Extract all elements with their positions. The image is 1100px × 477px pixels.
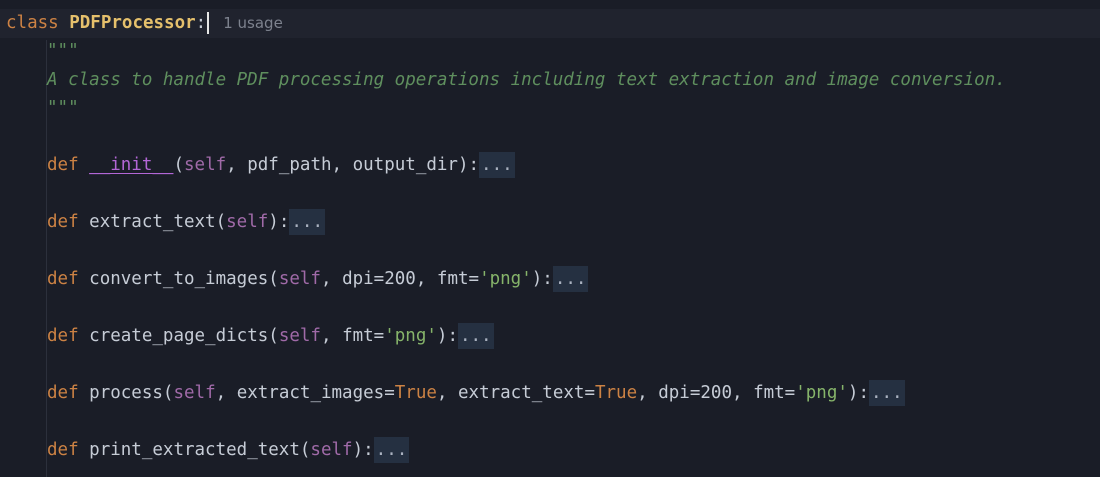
parameter: extract_text xyxy=(458,383,585,403)
punctuation: = xyxy=(373,326,385,346)
punctuation: , xyxy=(320,326,343,346)
method-name[interactable]: convert_to_images xyxy=(89,269,268,289)
punctuation: ( xyxy=(173,155,184,175)
punctuation: ( xyxy=(268,326,279,346)
punctuation: ): xyxy=(531,269,553,289)
def-keyword: def xyxy=(47,269,79,289)
punctuation: , xyxy=(226,155,248,175)
method-name[interactable]: create_page_dicts xyxy=(89,326,268,346)
number-literal: 200 xyxy=(384,269,416,289)
folded-body-button[interactable]: ... xyxy=(552,266,589,292)
folded-body-button[interactable]: ... xyxy=(479,152,515,178)
class-declaration-line[interactable]: class PDFProcessor: 1 usage xyxy=(6,9,283,37)
method-line[interactable]: def convert_to_images(self, dpi=200, fmt… xyxy=(47,265,589,293)
method-name[interactable]: process xyxy=(89,383,163,403)
punctuation: ( xyxy=(162,383,174,403)
punctuation: ): xyxy=(847,383,869,403)
text-caret xyxy=(207,12,210,34)
def-keyword: def xyxy=(47,383,79,403)
method-line[interactable]: def extract_text(self):... xyxy=(47,208,325,236)
bool-literal: True xyxy=(394,383,437,403)
punctuation: ): xyxy=(352,440,374,460)
punctuation: , xyxy=(731,383,754,403)
punctuation: , xyxy=(436,383,458,403)
punctuation: ( xyxy=(215,212,227,232)
punctuation: ): xyxy=(436,326,458,346)
method-line[interactable]: def process(self, extract_images=True, e… xyxy=(47,379,905,407)
folded-body-button[interactable]: ... xyxy=(289,209,325,235)
def-keyword: def xyxy=(47,155,79,175)
method-line[interactable]: def __init__(self, pdf_path, output_dir)… xyxy=(47,151,515,179)
class-colon: : xyxy=(195,13,207,33)
punctuation: = xyxy=(689,383,701,403)
punctuation: ( xyxy=(299,440,311,460)
parameter: fmt xyxy=(436,269,469,289)
method-name[interactable]: extract_text xyxy=(89,212,215,232)
parameter: fmt xyxy=(342,326,374,346)
parameter: output_dir xyxy=(352,155,458,175)
punctuation: , xyxy=(415,269,437,289)
self-param: self xyxy=(173,383,216,403)
punctuation: , xyxy=(637,383,659,403)
folded-body-button[interactable]: ... xyxy=(868,380,905,406)
code-editor[interactable]: class PDFProcessor: 1 usage """ A class t… xyxy=(0,0,1100,477)
def-keyword: def xyxy=(47,212,79,232)
self-param: self xyxy=(310,440,353,460)
self-param: self xyxy=(184,155,227,175)
self-param: self xyxy=(278,269,321,289)
punctuation: ): xyxy=(268,212,290,232)
punctuation: , xyxy=(320,269,343,289)
self-param: self xyxy=(226,212,269,232)
method-name[interactable]: __init__ xyxy=(89,155,173,175)
punctuation: ): xyxy=(457,155,480,175)
method-name[interactable]: print_extracted_text xyxy=(89,440,300,460)
folded-body-button[interactable]: ... xyxy=(373,437,410,463)
parameter: dpi xyxy=(658,383,690,403)
class-name[interactable]: PDFProcessor xyxy=(69,13,195,33)
parameter: fmt xyxy=(753,383,785,403)
punctuation: ( xyxy=(268,269,279,289)
string-literal: 'png' xyxy=(384,326,437,346)
bool-literal: True xyxy=(594,383,638,403)
punctuation: = xyxy=(784,383,796,403)
parameter: pdf_path xyxy=(247,155,332,175)
docstring-text[interactable]: A class to handle PDF processing operati… xyxy=(47,66,1006,94)
number-literal: 200 xyxy=(700,383,732,403)
parameter: dpi xyxy=(342,269,374,289)
self-param: self xyxy=(278,326,321,346)
class-keyword: class xyxy=(6,13,59,33)
usage-hint[interactable]: 1 usage xyxy=(223,14,283,32)
docstring-open[interactable]: """ xyxy=(47,37,79,65)
punctuation: , xyxy=(215,383,237,403)
def-keyword: def xyxy=(47,440,79,460)
punctuation: = xyxy=(384,383,395,403)
string-literal: 'png' xyxy=(479,269,532,289)
punctuation: = xyxy=(584,383,595,403)
string-literal: 'png' xyxy=(795,383,848,403)
punctuation: = xyxy=(373,269,385,289)
method-line[interactable]: def create_page_dicts(self, fmt='png'):.… xyxy=(47,322,494,350)
docstring-close[interactable]: """ xyxy=(47,94,79,122)
parameter: extract_images xyxy=(236,383,385,403)
def-keyword: def xyxy=(47,326,79,346)
punctuation: = xyxy=(468,269,480,289)
folded-body-button[interactable]: ... xyxy=(457,323,494,349)
method-line[interactable]: def print_extracted_text(self):... xyxy=(47,436,410,464)
punctuation: , xyxy=(331,155,353,175)
